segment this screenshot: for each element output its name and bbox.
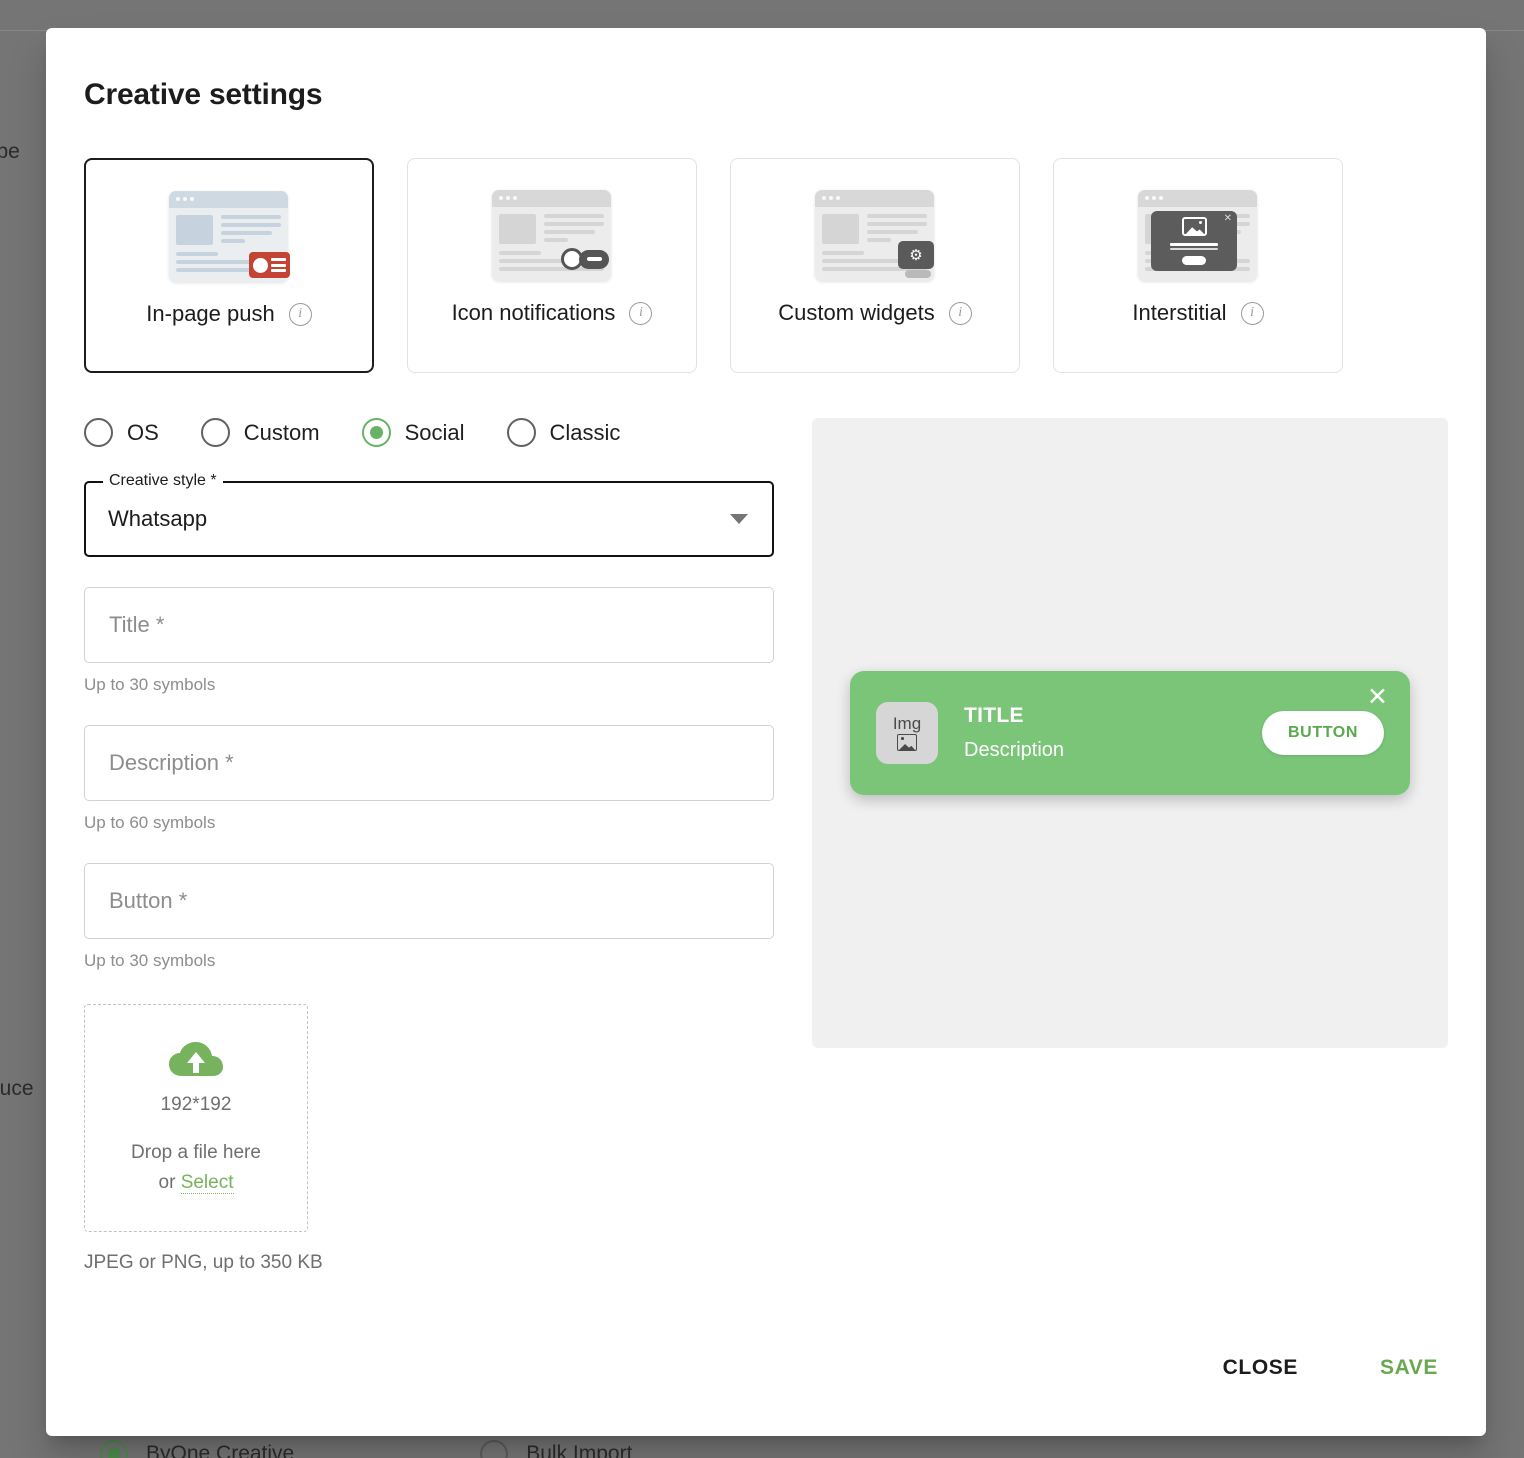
image-placeholder-icon: Img — [876, 702, 938, 764]
in-page-push-thumb — [164, 188, 294, 285]
radio-label-custom: Custom — [244, 420, 320, 446]
info-icon[interactable]: i — [629, 302, 652, 325]
radio-circle-custom — [201, 418, 230, 447]
file-dropzone[interactable]: 192*192 Drop a file here or Select — [84, 1004, 308, 1232]
save-button[interactable]: SAVE — [1370, 1348, 1448, 1388]
dialog-footer: CLOSE SAVE — [1213, 1348, 1448, 1388]
title-input[interactable] — [107, 611, 751, 639]
creative-type-card-custom-widgets[interactable]: ⚙ Custom widgets i — [730, 158, 1020, 373]
creative-preview-panel: ✕ Img TITLE Description BUTTON — [812, 418, 1448, 1048]
button-input[interactable] — [107, 887, 751, 915]
backdrop-radio-byone[interactable] — [100, 1440, 128, 1458]
button-field-group: Up to 30 symbols — [84, 863, 774, 971]
button-helper: Up to 30 symbols — [84, 951, 774, 971]
settings-columns: OS Custom Social Classic Creative style … — [84, 418, 1448, 1274]
radio-circle-os — [84, 418, 113, 447]
creative-type-cards: In-page push i — [84, 158, 1448, 373]
file-format-note: JPEG or PNG, up to 350 KB — [84, 1252, 774, 1274]
widget-pill-icon — [905, 270, 931, 278]
backdrop-radio-row: ByOne Creative Bulk Import — [100, 1440, 632, 1458]
settings-form: OS Custom Social Classic Creative style … — [84, 418, 774, 1274]
info-icon[interactable]: i — [1241, 302, 1264, 325]
creative-type-card-in-page-push[interactable]: In-page push i — [84, 158, 374, 373]
info-icon[interactable]: i — [949, 302, 972, 325]
icon-badge-icon — [561, 248, 609, 270]
button-input-box[interactable] — [84, 863, 774, 939]
title-field-group: Up to 30 symbols — [84, 587, 774, 695]
description-input[interactable] — [107, 749, 751, 777]
dropzone-size-hint: 192*192 — [161, 1094, 232, 1116]
interstitial-thumb: ✕ — [1133, 187, 1263, 284]
close-button[interactable]: CLOSE — [1213, 1348, 1308, 1388]
description-field-group: Up to 60 symbols — [84, 725, 774, 833]
creative-style-value: Whatsapp — [108, 506, 207, 532]
title-helper: Up to 30 symbols — [84, 675, 774, 695]
notification-cta-button[interactable]: BUTTON — [1262, 711, 1384, 755]
creative-type-label: In-page push — [146, 301, 274, 327]
dialog-title: Creative settings — [84, 78, 1448, 112]
notification-text-block: TITLE Description — [964, 704, 1262, 762]
preview-column: ✕ Img TITLE Description BUTTON — [812, 418, 1448, 1274]
info-icon[interactable]: i — [289, 303, 312, 326]
description-helper: Up to 60 symbols — [84, 813, 774, 833]
radio-option-social[interactable]: Social — [362, 418, 465, 447]
backdrop-text-duce: duce — [0, 1077, 34, 1101]
radio-label-classic: Classic — [550, 420, 621, 446]
backdrop-text-type: ype — [0, 140, 20, 164]
radio-option-custom[interactable]: Custom — [201, 418, 320, 447]
creative-type-card-icon-notifications[interactable]: Icon notifications i — [407, 158, 697, 373]
dropzone-or-text: or — [159, 1172, 176, 1193]
radio-label-social: Social — [405, 420, 465, 446]
dropzone-select-link[interactable]: Select — [181, 1172, 234, 1194]
backdrop-radio-bulk[interactable] — [480, 1440, 508, 1458]
radio-label-os: OS — [127, 420, 159, 446]
creative-type-label: Interstitial — [1132, 300, 1226, 326]
close-icon[interactable]: ✕ — [1367, 685, 1388, 710]
style-radio-group: OS Custom Social Classic — [84, 418, 774, 447]
notification-preview-card: ✕ Img TITLE Description BUTTON — [850, 671, 1410, 795]
dropzone-drop-text: Drop a file here — [131, 1142, 261, 1164]
backdrop-radio-bulk-label: Bulk Import — [526, 1442, 632, 1458]
image-placeholder-label: Img — [893, 715, 921, 732]
push-badge-icon — [249, 252, 290, 278]
creative-type-label: Icon notifications — [452, 300, 616, 326]
creative-type-label: Custom widgets — [778, 300, 935, 326]
notification-title: TITLE — [964, 704, 1262, 728]
dropzone-or-row: or Select — [159, 1172, 234, 1194]
radio-option-classic[interactable]: Classic — [507, 418, 621, 447]
backdrop-radio-byone-label: ByOne Creative — [146, 1442, 294, 1458]
creative-type-card-interstitial[interactable]: ✕ Interstitial i — [1053, 158, 1343, 373]
cloud-upload-icon — [168, 1042, 224, 1078]
notification-description: Description — [964, 739, 1262, 762]
radio-circle-classic — [507, 418, 536, 447]
creative-style-label: Creative style * — [103, 472, 223, 490]
title-input-box[interactable] — [84, 587, 774, 663]
creative-settings-dialog: Creative settings — [46, 28, 1486, 1436]
description-input-box[interactable] — [84, 725, 774, 801]
icon-notifications-thumb — [487, 187, 617, 284]
gear-icon: ⚙ — [898, 241, 934, 269]
radio-option-os[interactable]: OS — [84, 418, 159, 447]
creative-style-select[interactable]: Creative style * Whatsapp — [84, 481, 774, 557]
chevron-down-icon — [730, 514, 748, 524]
custom-widgets-thumb: ⚙ — [810, 187, 940, 284]
radio-circle-social — [362, 418, 391, 447]
close-icon: ✕ — [1224, 214, 1232, 224]
interstitial-overlay-icon: ✕ — [1151, 211, 1237, 271]
